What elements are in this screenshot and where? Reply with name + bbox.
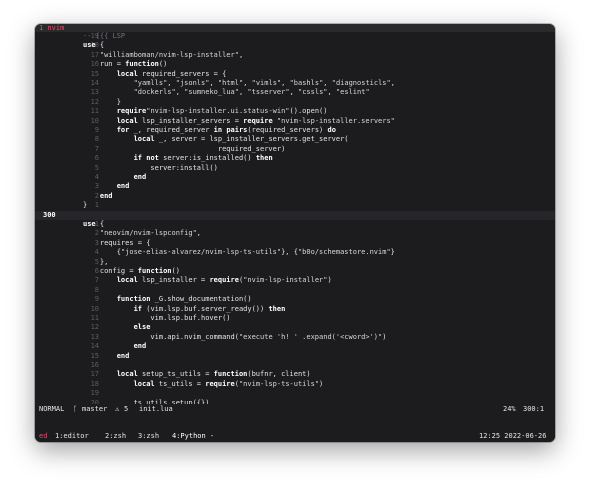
code-line[interactable]: 17 "williamboman/nvim-lsp-installer",: [35, 51, 555, 60]
line-text: end: [99, 191, 113, 200]
git-branch-icon: ᚴ: [73, 405, 78, 413]
code-line[interactable]: 13 "dockerls", "sumneko_lua", "tsserver"…: [35, 88, 555, 97]
line-text: {"jose-elias-alvarez/nvim-lsp-ts-utils"}…: [83, 248, 395, 257]
tmux-window-4[interactable]: 4:Python -: [172, 431, 214, 442]
code-line[interactable]: 1}: [35, 201, 555, 210]
code-line[interactable]: 12 }: [35, 98, 555, 107]
file-name: init.lua: [139, 405, 173, 413]
code-line[interactable]: 11 vim.lsp.buf.hover(): [35, 314, 555, 323]
code-line[interactable]: 18 local ts_utils = require("nvim-lsp-ts…: [35, 380, 555, 389]
cursor-line[interactable]: 300: [35, 210, 555, 220]
line-text: }: [83, 201, 88, 210]
code-line[interactable]: 12 else: [35, 323, 555, 332]
line-text: end: [133, 342, 147, 351]
tmux-statusbar: ed 1:editor 2:zsh 3:zsh 4:Python - 12:25…: [35, 431, 555, 442]
code-line[interactable]: 4 end: [35, 173, 555, 182]
line-text: require"nvim-lsp-installer.ui.status-win…: [116, 107, 328, 116]
line-text: local lsp_installer_servers = require "n…: [116, 116, 395, 125]
code-line[interactable]: 10 if (vim.lsp.buf.server_ready()) then: [35, 305, 555, 314]
code-line[interactable]: 18 use {: [35, 41, 555, 50]
line-text: config = function(): [83, 267, 180, 275]
line-text: -- {{{ LSP: [83, 32, 126, 40]
line-text: end: [116, 182, 130, 191]
line-text: local lsp_installer = require("nvim-lsp-…: [116, 276, 332, 285]
code-line[interactable]: 7 required_server): [35, 145, 555, 154]
warning-triangle-icon: ⚠: [115, 405, 120, 413]
code-line[interactable]: 4 {"jose-elias-alvarez/nvim-lsp-ts-utils…: [35, 248, 555, 257]
line-text: }: [83, 97, 121, 106]
tmux-window-3[interactable]: 3:zsh: [138, 431, 159, 442]
code-line[interactable]: 19: [35, 389, 555, 398]
code-line[interactable]: 7 local lsp_installer = require("nvim-ls…: [35, 276, 555, 285]
editor-buffer[interactable]: 19 -- {{{ LSP 18 use {17 "williamboman/nvim…: [35, 32, 555, 426]
code-line[interactable]: 8 local _, server = lsp_installer_server…: [35, 135, 555, 144]
tmux-window-1[interactable]: 1:editor: [55, 431, 89, 442]
code-line[interactable]: 5 },: [35, 258, 555, 267]
line-text: vim.lsp.buf.hover(): [83, 314, 231, 322]
line-text: if (vim.lsp.buf.server_ready()) then: [133, 304, 286, 313]
tmux-session: ed: [39, 432, 48, 440]
code-line[interactable]: 6 if not server:is_installed() then: [35, 154, 555, 163]
code-line[interactable]: 19 -- {{{ LSP: [35, 32, 555, 41]
line-text: run = function(): [83, 60, 168, 69]
line-number: 1: [94, 201, 99, 210]
git-branch: master: [82, 405, 108, 413]
line-number: 300: [43, 210, 56, 219]
code-line[interactable]: 9 function _G.show_documentation(): [35, 295, 555, 304]
code-line[interactable]: 16: [35, 361, 555, 370]
code-line[interactable]: 14 end: [35, 342, 555, 351]
line-text: requires = {: [83, 238, 151, 247]
tmux-window-2[interactable]: 2:zsh: [105, 431, 126, 442]
tmux-clock: 12:25 2022-06-26: [479, 432, 547, 440]
line-text: "neovim/nvim-lspconfig",: [99, 229, 202, 238]
line-text: end: [116, 351, 130, 360]
code-line[interactable]: 2 "neovim/nvim-lspconfig",: [35, 229, 555, 238]
line-text: use {: [83, 41, 105, 50]
line-number: 16: [90, 361, 99, 369]
code-line[interactable]: 2 end: [35, 192, 555, 201]
line-text: },: [83, 257, 109, 266]
code-line[interactable]: 13 vim.api.nvim_command("execute 'h! ' .…: [35, 333, 555, 342]
tabline: 1 nvim: [35, 24, 555, 32]
code-line[interactable]: 10 local lsp_installer_servers = require…: [35, 117, 555, 126]
line-text: "yamlls", "jsonls", "html", "vimls", "ba…: [133, 79, 395, 87]
code-line[interactable]: 5 server:install(): [35, 164, 555, 173]
line-text: if not server:is_installed() then: [133, 154, 273, 163]
code-line[interactable]: 1 use {: [35, 220, 555, 229]
line-text: local ts_utils = require("nvim-lsp-ts-ut…: [133, 379, 324, 388]
code-line[interactable]: 15 end: [35, 352, 555, 361]
line-text: for _, required_server in pairs(required…: [116, 126, 336, 134]
line-text: "williamboman/nvim-lsp-installer",: [99, 50, 244, 59]
code-line[interactable]: 14 "yamlls", "jsonls", "html", "vimls", …: [35, 79, 555, 88]
code-line[interactable]: 17 local setup_ts_utils = function(bufnr…: [35, 370, 555, 379]
line-text: vim.api.nvim_command("execute 'h! ' .exp…: [83, 332, 387, 341]
line-number: 19: [90, 389, 99, 398]
warning-count: 5: [124, 405, 129, 413]
code-line[interactable]: 3 requires = {: [35, 239, 555, 248]
statusline: NORMAL ᚴ master ⚠ 5 init.lua 24% 300:1: [35, 404, 555, 414]
code-line[interactable]: 16 run = function(): [35, 60, 555, 69]
line-text: local setup_ts_utils = function(bufnr, c…: [116, 370, 311, 379]
line-text: server:install(): [83, 163, 218, 172]
line-number: 8: [94, 285, 99, 294]
terminal-window: 1 nvim 19 -- {{{ LSP 18 use {17 "williambom…: [35, 24, 555, 442]
line-text: else: [133, 323, 151, 332]
line-text: function _G.show_documentation(): [116, 295, 252, 304]
line-text: use {: [83, 220, 105, 228]
line-text: local required_servers = {: [116, 69, 227, 78]
scroll-percent: 24%: [503, 405, 516, 413]
line-text: "dockerls", "sumneko_lua", "tsserver", "…: [133, 88, 370, 97]
line-text: end: [133, 173, 147, 181]
code-line[interactable]: 9 for _, required_server in pairs(requir…: [35, 126, 555, 135]
code-line[interactable]: 15 local required_servers = {: [35, 70, 555, 79]
cursor-position: 300:1: [523, 405, 545, 413]
line-text: required_server): [83, 144, 286, 153]
code-line[interactable]: 6 config = function(): [35, 267, 555, 276]
code-line[interactable]: 3 end: [35, 182, 555, 191]
line-text: local _, server = lsp_installer_servers.…: [133, 135, 349, 144]
tab-nvim[interactable]: 1 nvim: [35, 24, 64, 32]
code-line[interactable]: 8: [35, 286, 555, 295]
code-line[interactable]: 11 require"nvim-lsp-installer.ui.status-…: [35, 107, 555, 116]
mode-indicator: NORMAL: [39, 405, 65, 413]
